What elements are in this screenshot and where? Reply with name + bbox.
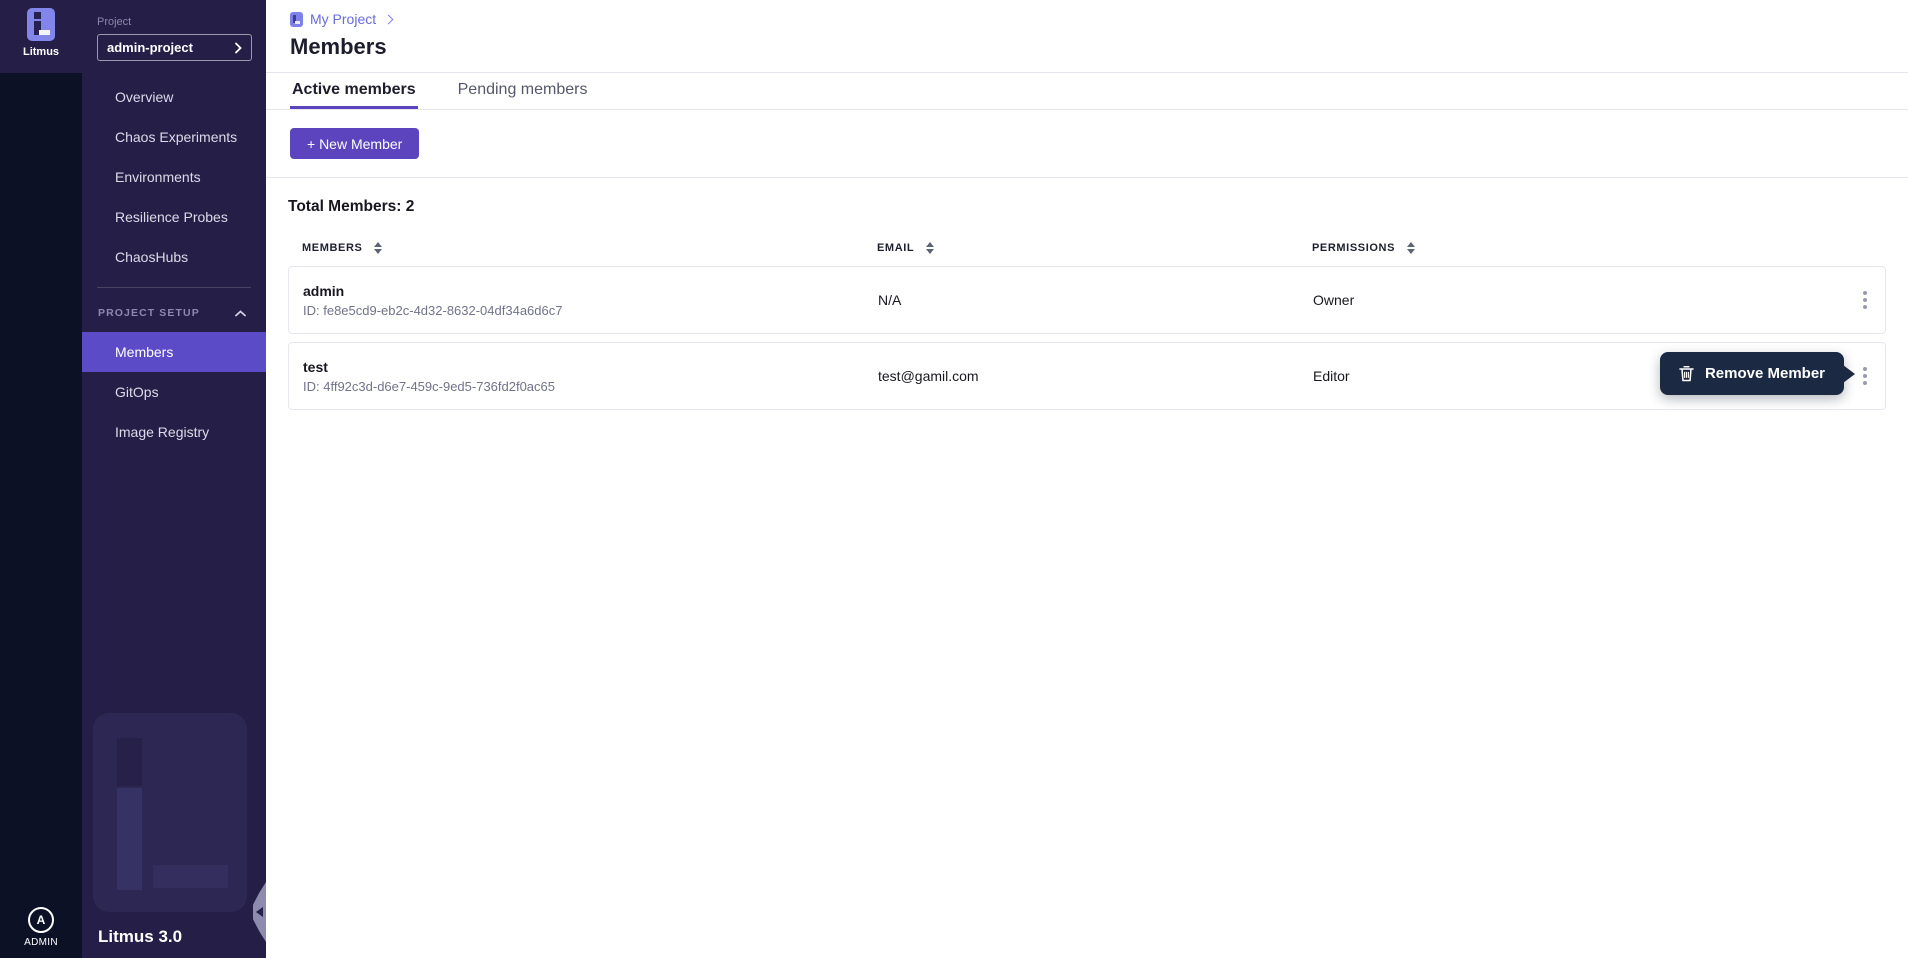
sidebar-collapse-handle[interactable] bbox=[253, 882, 266, 942]
brand-label: Litmus bbox=[23, 46, 59, 58]
breadcrumb-project-link[interactable]: My Project bbox=[310, 11, 376, 27]
project-selector[interactable]: admin-project bbox=[97, 34, 252, 61]
watermark-shape bbox=[117, 788, 142, 890]
members-column-label: MEMBERS bbox=[302, 242, 362, 254]
user-label: ADMIN bbox=[24, 937, 58, 948]
member-cell: test ID: 4ff92c3d-d6e7-459c-9ed5-736fd2f… bbox=[303, 359, 878, 394]
sidebar-item-chaos-experiments[interactable]: Chaos Experiments bbox=[82, 117, 266, 157]
page-title: Members bbox=[290, 34, 1908, 60]
litmus-logo-icon bbox=[27, 8, 55, 41]
sort-icon[interactable] bbox=[1407, 242, 1415, 254]
brand-block: Litmus bbox=[0, 0, 82, 73]
toolbar: + New Member bbox=[266, 110, 1908, 178]
sidebar-item-members[interactable]: Members bbox=[82, 332, 266, 372]
sidebar-divider bbox=[97, 287, 251, 288]
user-avatar[interactable]: A bbox=[28, 907, 54, 933]
member-id: ID: 4ff92c3d-d6e7-459c-9ed5-736fd2f0ac65 bbox=[303, 379, 878, 394]
sort-icon[interactable] bbox=[926, 242, 934, 254]
table-header-row: MEMBERS EMAIL PERMISSIONS bbox=[288, 242, 1886, 254]
sort-icon[interactable] bbox=[374, 242, 382, 254]
tab-bar: Active members Pending members bbox=[266, 73, 1908, 110]
sidebar-item-gitops[interactable]: GitOps bbox=[82, 372, 266, 412]
project-icon bbox=[290, 12, 303, 27]
row-menu-button[interactable] bbox=[1859, 287, 1871, 313]
remove-member-menu-item[interactable]: Remove Member bbox=[1660, 352, 1844, 395]
app-root: Litmus A ADMIN Project admin-project Ove… bbox=[0, 0, 1908, 958]
logo-foot bbox=[39, 30, 50, 35]
member-email: test@gamil.com bbox=[878, 368, 1313, 384]
sidebar-item-chaoshubs[interactable]: ChaosHubs bbox=[82, 237, 266, 277]
new-member-button[interactable]: + New Member bbox=[290, 128, 419, 159]
member-name: test bbox=[303, 359, 878, 375]
sidebar-item-environments[interactable]: Environments bbox=[82, 157, 266, 197]
sidebar-nav: Overview Chaos Experiments Environments … bbox=[82, 77, 266, 277]
member-permission: Owner bbox=[1313, 292, 1831, 308]
sidebar-item-resilience-probes[interactable]: Resilience Probes bbox=[82, 197, 266, 237]
chevron-up-icon bbox=[235, 310, 246, 317]
member-cell: admin ID: fe8e5cd9-eb2c-4d32-8632-04df34… bbox=[303, 283, 878, 318]
sidebar-setup-nav: Members GitOps Image Registry bbox=[82, 332, 266, 452]
sidebar-item-image-registry[interactable]: Image Registry bbox=[82, 412, 266, 452]
member-email: N/A bbox=[878, 292, 1313, 308]
total-members-label: Total Members: 2 bbox=[288, 198, 1886, 216]
project-setup-label: PROJECT SETUP bbox=[98, 307, 200, 319]
chevron-right-icon bbox=[234, 42, 242, 54]
member-id: ID: fe8e5cd9-eb2c-4d32-8632-04df34a6d6c7 bbox=[303, 303, 878, 318]
project-label: Project bbox=[97, 16, 266, 28]
litmus-watermark-logo bbox=[93, 713, 247, 912]
column-header-permissions: PERMISSIONS bbox=[1312, 242, 1832, 254]
watermark-shape bbox=[117, 738, 142, 786]
email-column-label: EMAIL bbox=[877, 242, 914, 254]
row-menu-button[interactable] bbox=[1859, 363, 1871, 389]
trash-icon bbox=[1679, 365, 1694, 382]
remove-member-label: Remove Member bbox=[1705, 365, 1825, 382]
member-name: admin bbox=[303, 283, 878, 299]
tab-active-members[interactable]: Active members bbox=[290, 73, 418, 109]
tab-pending-members[interactable]: Pending members bbox=[456, 73, 590, 109]
version-label: Litmus 3.0 bbox=[98, 927, 182, 947]
sidebar: Project admin-project Overview Chaos Exp… bbox=[82, 0, 266, 958]
main-content: My Project Members Active members Pendin… bbox=[266, 0, 1908, 958]
members-section: Total Members: 2 MEMBERS EMAIL PERMISSIO… bbox=[266, 178, 1908, 958]
watermark-shape bbox=[153, 865, 228, 888]
table-row: admin ID: fe8e5cd9-eb2c-4d32-8632-04df34… bbox=[288, 266, 1886, 334]
table-row: test ID: 4ff92c3d-d6e7-459c-9ed5-736fd2f… bbox=[288, 342, 1886, 410]
permissions-column-label: PERMISSIONS bbox=[1312, 242, 1395, 254]
chevron-right-icon bbox=[384, 14, 394, 24]
project-setup-section-toggle[interactable]: PROJECT SETUP bbox=[82, 300, 266, 326]
logo-dot bbox=[34, 12, 41, 19]
project-selector-value: admin-project bbox=[107, 40, 193, 55]
left-rail: Litmus A ADMIN bbox=[0, 0, 82, 958]
breadcrumb: My Project bbox=[290, 11, 1908, 27]
column-header-email: EMAIL bbox=[877, 242, 1312, 254]
page-header: My Project Members bbox=[266, 0, 1908, 73]
sidebar-item-overview[interactable]: Overview bbox=[82, 77, 266, 117]
column-header-members: MEMBERS bbox=[302, 242, 877, 254]
user-block: A ADMIN bbox=[0, 907, 82, 958]
